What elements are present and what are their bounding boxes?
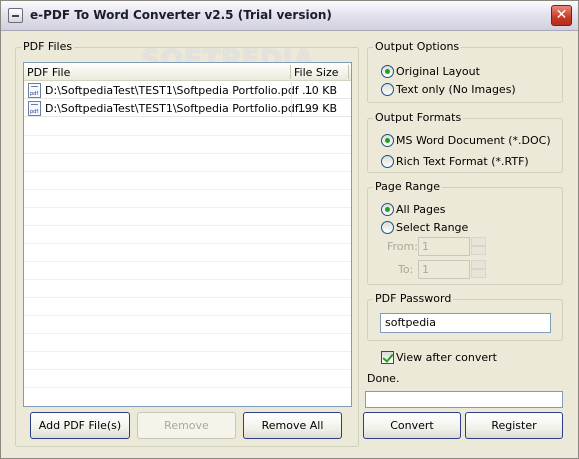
grid-line bbox=[24, 189, 351, 190]
view-after-convert-label[interactable]: View after convert bbox=[396, 351, 497, 364]
text-only-radio[interactable] bbox=[381, 83, 394, 96]
grid-line bbox=[24, 171, 351, 172]
page-range-group-label: Page Range bbox=[373, 180, 442, 193]
rich-text-format-radio[interactable] bbox=[381, 155, 394, 168]
remove-all-button[interactable]: Remove All bbox=[243, 412, 342, 439]
grid-line bbox=[24, 351, 351, 352]
spin-down-arrow-icon[interactable] bbox=[471, 269, 486, 278]
column-header-pdf-file[interactable]: PDF File bbox=[27, 66, 70, 79]
spin-up-arrow-icon[interactable] bbox=[471, 260, 486, 269]
original-layout-radio[interactable] bbox=[381, 65, 394, 78]
spin-down-arrow-icon[interactable] bbox=[471, 246, 486, 255]
close-button[interactable]: ✕ bbox=[551, 5, 572, 26]
pdf-password-group-label: PDF Password bbox=[373, 292, 454, 305]
pdf-file-icon bbox=[28, 101, 41, 116]
all-pages-label[interactable]: All Pages bbox=[396, 203, 446, 216]
column-separator[interactable] bbox=[290, 65, 291, 79]
grid-line bbox=[24, 333, 351, 334]
remove-button[interactable]: Remove bbox=[137, 412, 236, 439]
to-page-spinner[interactable] bbox=[471, 260, 486, 278]
output-formats-group-label: Output Formats bbox=[373, 111, 464, 124]
grid-line bbox=[24, 153, 351, 154]
file-size: 10 KB bbox=[304, 84, 337, 97]
register-button[interactable]: Register bbox=[465, 412, 563, 439]
from-page-input[interactable]: 1 bbox=[418, 237, 470, 256]
system-menu-icon[interactable] bbox=[8, 8, 23, 23]
main-window: e-PDF To Word Converter v2.5 (Trial vers… bbox=[0, 0, 579, 459]
file-path: D:\SoftpediaTest\TEST1\Softpedia Portfol… bbox=[45, 84, 313, 97]
progress-bar bbox=[365, 391, 563, 408]
spin-up-arrow-icon[interactable] bbox=[471, 237, 486, 246]
cell-divider bbox=[291, 82, 292, 99]
grid-line bbox=[24, 261, 351, 262]
file-size: 199 KB bbox=[297, 102, 337, 115]
output-options-group-label: Output Options bbox=[373, 40, 462, 53]
to-page-input[interactable]: 1 bbox=[418, 260, 470, 279]
from-page-spinner[interactable] bbox=[471, 237, 486, 255]
rich-text-format-label[interactable]: Rich Text Format (*.RTF) bbox=[396, 155, 529, 168]
ms-word-doc-label[interactable]: MS Word Document (*.DOC) bbox=[396, 134, 551, 147]
text-only-label[interactable]: Text only (No Images) bbox=[396, 83, 516, 96]
grid-line bbox=[24, 369, 351, 370]
convert-button[interactable]: Convert bbox=[363, 412, 461, 439]
ms-word-doc-radio[interactable] bbox=[381, 134, 394, 147]
pdf-files-group-label: PDF Files bbox=[21, 40, 75, 53]
grid-line bbox=[24, 243, 351, 244]
all-pages-radio[interactable] bbox=[381, 203, 394, 216]
grid-line bbox=[24, 387, 351, 388]
status-text: Done. bbox=[367, 372, 400, 385]
to-label: To: bbox=[398, 263, 414, 276]
grid-line bbox=[24, 225, 351, 226]
grid-line bbox=[24, 279, 351, 280]
file-path: D:\SoftpediaTest\TEST1\Softpedia Portfol… bbox=[45, 102, 313, 115]
original-layout-label[interactable]: Original Layout bbox=[396, 65, 480, 78]
grid-line bbox=[24, 297, 351, 298]
title-bar[interactable]: e-PDF To Word Converter v2.5 (Trial vers… bbox=[1, 1, 578, 31]
pdf-file-list[interactable]: PDF File File Size D:\SoftpediaTest\TEST… bbox=[23, 62, 352, 407]
select-range-radio[interactable] bbox=[381, 221, 394, 234]
cell-divider bbox=[291, 100, 292, 117]
grid-line bbox=[24, 315, 351, 316]
pdf-password-input[interactable]: softpedia bbox=[380, 313, 551, 333]
column-separator[interactable] bbox=[348, 65, 349, 79]
grid-line bbox=[24, 207, 351, 208]
list-header: PDF File File Size bbox=[24, 63, 351, 81]
column-header-file-size[interactable]: File Size bbox=[294, 66, 338, 79]
table-row[interactable]: D:\SoftpediaTest\TEST1\Softpedia Portfol… bbox=[24, 82, 351, 99]
grid-line bbox=[24, 135, 351, 136]
add-pdf-files-button[interactable]: Add PDF File(s) bbox=[30, 412, 130, 439]
window-title: e-PDF To Word Converter v2.5 (Trial vers… bbox=[30, 8, 332, 22]
pdf-file-icon bbox=[28, 83, 41, 98]
view-after-convert-checkbox[interactable] bbox=[381, 351, 394, 364]
table-row[interactable]: D:\SoftpediaTest\TEST1\Softpedia Portfol… bbox=[24, 100, 351, 117]
from-label: From: bbox=[387, 240, 418, 253]
select-range-label[interactable]: Select Range bbox=[396, 221, 468, 234]
